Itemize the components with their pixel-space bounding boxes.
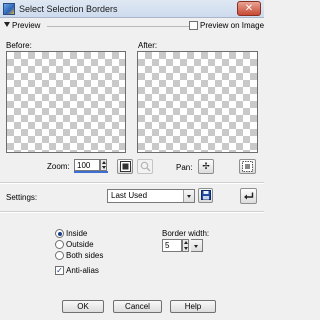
spin-down-icon[interactable] bbox=[184, 247, 188, 250]
zoom-slider[interactable] bbox=[74, 171, 108, 173]
fit-window-icon bbox=[119, 161, 131, 172]
floppy-disk-icon bbox=[200, 190, 211, 200]
preview-on-image-checkbox[interactable] bbox=[189, 21, 198, 30]
spin-down-icon[interactable] bbox=[102, 166, 106, 169]
cancel-button[interactable]: Cancel bbox=[113, 300, 162, 313]
collapse-arrow-icon[interactable] bbox=[4, 22, 10, 27]
navigator-icon bbox=[242, 161, 253, 172]
pan-label: Pan: bbox=[176, 163, 193, 172]
border-width-spinner[interactable] bbox=[182, 239, 189, 252]
app-icon bbox=[3, 3, 15, 15]
settings-value: Last Used bbox=[111, 191, 148, 200]
preview-section-header[interactable]: Preview Preview on Image bbox=[3, 20, 265, 32]
zoom-label: Zoom: bbox=[47, 162, 70, 171]
preview-header-label: Preview bbox=[12, 21, 41, 30]
radio-both-sides-label: Both sides bbox=[66, 251, 104, 260]
help-button[interactable]: Help bbox=[170, 300, 216, 313]
chevron-down-icon[interactable] bbox=[191, 240, 202, 251]
close-icon: ✕ bbox=[244, 3, 254, 14]
magnifier-icon bbox=[140, 161, 151, 172]
zoom-actual-size-button[interactable] bbox=[137, 159, 153, 174]
after-label: After: bbox=[138, 41, 158, 50]
divider-highlight bbox=[0, 183, 264, 184]
settings-dropdown[interactable]: Last Used bbox=[107, 189, 195, 203]
border-width-label: Border width: bbox=[162, 229, 210, 238]
after-preview[interactable] bbox=[137, 51, 258, 153]
zoom-input[interactable]: 100 bbox=[74, 159, 100, 171]
move-icon: ✢ bbox=[202, 161, 210, 171]
chevron-down-icon[interactable] bbox=[183, 190, 194, 202]
border-width-dropdown[interactable] bbox=[191, 239, 203, 252]
navigator-button[interactable] bbox=[239, 159, 256, 174]
border-width-input[interactable]: 5 bbox=[162, 239, 182, 252]
settings-label: Settings: bbox=[6, 193, 38, 202]
save-preset-button[interactable] bbox=[198, 188, 213, 203]
zoom-fit-button[interactable] bbox=[117, 159, 133, 174]
pan-button[interactable]: ✢ bbox=[198, 159, 214, 174]
reset-button[interactable] bbox=[240, 188, 257, 204]
radio-inside[interactable] bbox=[55, 229, 64, 238]
dialog-window: Select Selection Borders ✕ Preview Previ… bbox=[0, 0, 264, 320]
before-label: Before: bbox=[6, 41, 32, 50]
divider-highlight bbox=[0, 212, 264, 213]
anti-alias-label: Anti-alias bbox=[66, 266, 99, 275]
section-divider bbox=[47, 26, 191, 27]
preview-on-image-label: Preview on Image bbox=[200, 21, 265, 30]
window-title: Select Selection Borders bbox=[19, 4, 118, 14]
spin-up-icon[interactable] bbox=[184, 241, 188, 244]
close-button[interactable]: ✕ bbox=[237, 1, 261, 16]
radio-both-sides[interactable] bbox=[55, 251, 64, 260]
radio-inside-label: Inside bbox=[66, 229, 88, 238]
title-bar[interactable]: Select Selection Borders ✕ bbox=[0, 0, 264, 18]
radio-outside-label: Outside bbox=[66, 240, 94, 249]
reset-arrow-icon bbox=[244, 192, 254, 200]
anti-alias-checkbox[interactable]: ✓ bbox=[55, 266, 64, 275]
spin-up-icon[interactable] bbox=[102, 161, 106, 164]
zoom-spinner[interactable] bbox=[100, 159, 107, 171]
radio-outside[interactable] bbox=[55, 240, 64, 249]
ok-button[interactable]: OK bbox=[62, 300, 104, 313]
before-preview[interactable] bbox=[6, 51, 126, 153]
